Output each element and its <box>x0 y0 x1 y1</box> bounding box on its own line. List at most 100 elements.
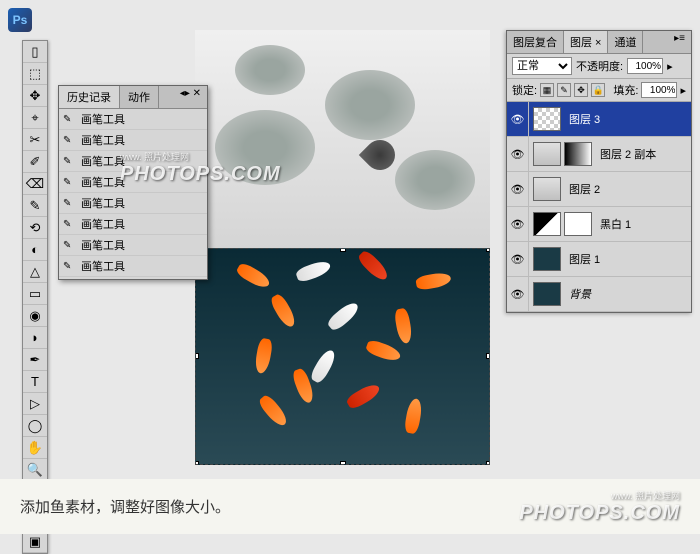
tool-shape[interactable]: ◯ <box>23 415 47 437</box>
history-tabs: 历史记录 动作 ◂▸ ✕ <box>59 86 207 109</box>
layer-row[interactable]: 👁 图层 3 <box>507 102 691 137</box>
transform-handle[interactable] <box>486 248 490 252</box>
brush-icon <box>63 134 77 146</box>
tool-marquee[interactable]: ⬚ <box>23 63 47 85</box>
panel-menu-icon[interactable]: ▸≡ <box>668 31 691 53</box>
layer-row[interactable]: 👁 图层 2 <box>507 172 691 207</box>
lock-all-icon[interactable]: 🔒 <box>591 83 605 97</box>
dropdown-icon[interactable]: ▸ <box>667 60 673 73</box>
tool-screenmode[interactable]: ▣ <box>23 531 47 553</box>
lock-label: 锁定: <box>512 82 537 98</box>
visibility-toggle[interactable]: 👁 <box>507 137 529 171</box>
canvas[interactable] <box>195 30 490 465</box>
layer-name[interactable]: 黑白 1 <box>596 216 631 232</box>
history-item[interactable]: 画笔工具 <box>59 172 207 193</box>
layers-tabs: 图层复合 图层 × 通道 ▸≡ <box>507 31 691 54</box>
layer-thumbnail[interactable] <box>533 107 561 131</box>
layer-row[interactable]: 👁 图层 1 <box>507 242 691 277</box>
eye-icon: 👁 <box>511 113 525 126</box>
blend-mode-select[interactable]: 正常 <box>512 57 572 75</box>
dropdown-icon[interactable]: ▸ <box>680 84 686 97</box>
history-item[interactable]: 画笔工具 <box>59 256 207 277</box>
fill-input[interactable] <box>641 82 677 98</box>
layer-thumbnail[interactable] <box>533 177 561 201</box>
tool-move[interactable]: ▯ <box>23 41 47 63</box>
history-item[interactable]: 画笔工具 <box>59 151 207 172</box>
tool-crop[interactable]: ✂ <box>23 129 47 151</box>
tool-wand[interactable]: ⌖ <box>23 107 47 129</box>
visibility-toggle[interactable]: 👁 <box>507 242 529 276</box>
tool-history-brush[interactable]: ◐ <box>23 239 47 261</box>
history-label: 画笔工具 <box>81 258 125 274</box>
layer-name[interactable]: 图层 2 <box>565 181 600 197</box>
layer-thumbnail[interactable] <box>533 282 561 306</box>
layer-name[interactable]: 图层 3 <box>565 111 600 127</box>
tool-stamp[interactable]: ⟲ <box>23 217 47 239</box>
layer-name[interactable]: 图层 2 副本 <box>596 146 656 162</box>
opacity-input[interactable] <box>627 58 663 74</box>
transform-handle[interactable] <box>340 248 346 252</box>
close-icon[interactable]: ◂▸ ✕ <box>174 86 207 108</box>
watermark: www. 照片处理网 PHOTOPS.COM <box>519 489 680 525</box>
layer-thumbnail[interactable] <box>533 247 561 271</box>
tool-type[interactable]: T <box>23 371 47 393</box>
tool-heal[interactable]: ⌫ <box>23 173 47 195</box>
tool-path[interactable]: ▷ <box>23 393 47 415</box>
history-item[interactable]: 画笔工具 <box>59 193 207 214</box>
caption-text: 添加鱼素材，调整好图像大小。 <box>20 496 230 517</box>
transform-handle[interactable] <box>486 353 490 359</box>
layer-row[interactable]: 👁 黑白 1 <box>507 207 691 242</box>
layer-row[interactable]: 👁 背景 <box>507 277 691 312</box>
visibility-toggle[interactable]: 👁 <box>507 102 529 136</box>
tool-brush[interactable]: ✎ <box>23 195 47 217</box>
tool-gradient[interactable]: ▭ <box>23 283 47 305</box>
history-label: 画笔工具 <box>81 216 125 232</box>
tool-dodge[interactable]: ◗ <box>23 327 47 349</box>
transform-handle[interactable] <box>486 461 490 465</box>
tool-eyedropper[interactable]: ✐ <box>23 151 47 173</box>
layer-row[interactable]: 👁 图层 2 副本 <box>507 137 691 172</box>
mask-thumbnail[interactable] <box>564 142 592 166</box>
tab-layers[interactable]: 图层 × <box>564 31 608 53</box>
transform-handle[interactable] <box>195 353 199 359</box>
lock-position-icon[interactable]: ✥ <box>574 83 588 97</box>
tab-layer-comps[interactable]: 图层复合 <box>507 31 564 53</box>
tool-lasso[interactable]: ✥ <box>23 85 47 107</box>
history-label: 画笔工具 <box>81 195 125 211</box>
visibility-toggle[interactable]: 👁 <box>507 207 529 241</box>
layer-thumbnail[interactable] <box>533 142 561 166</box>
canvas-koi-layer-transform[interactable] <box>195 248 490 466</box>
brush-icon <box>63 239 77 251</box>
history-list: 画笔工具 画笔工具 画笔工具 画笔工具 画笔工具 画笔工具 画笔工具 画笔工具 … <box>59 109 207 279</box>
caption-bar: 添加鱼素材，调整好图像大小。 www. 照片处理网 PHOTOPS.COM <box>0 479 700 534</box>
history-item[interactable]: 画笔工具 <box>59 214 207 235</box>
history-item[interactable]: 画笔工具 <box>59 130 207 151</box>
history-label: 画笔工具 <box>81 153 125 169</box>
tool-pen[interactable]: ✒ <box>23 349 47 371</box>
visibility-toggle[interactable]: 👁 <box>507 172 529 206</box>
ps-logo: Ps <box>8 8 32 32</box>
tab-actions[interactable]: 动作 <box>120 86 159 108</box>
brush-icon <box>63 260 77 272</box>
tool-hand[interactable]: ✋ <box>23 437 47 459</box>
brush-icon <box>63 176 77 188</box>
lock-pixels-icon[interactable]: ✎ <box>557 83 571 97</box>
brush-icon <box>63 197 77 209</box>
mask-thumbnail[interactable] <box>564 212 592 236</box>
lock-transparency-icon[interactable]: ▦ <box>540 83 554 97</box>
tab-channels[interactable]: 通道 <box>608 31 643 53</box>
tab-history[interactable]: 历史记录 <box>59 86 120 108</box>
tools-panel: ▯ ⬚ ✥ ⌖ ✂ ✐ ⌫ ✎ ⟲ ◐ △ ▭ ◉ ◗ ✒ T ▷ ◯ ✋ 🔍 … <box>22 40 48 554</box>
tool-zoom[interactable]: 🔍 <box>23 459 47 481</box>
tool-blur[interactable]: ◉ <box>23 305 47 327</box>
layer-name[interactable]: 图层 1 <box>565 251 600 267</box>
visibility-toggle[interactable]: 👁 <box>507 277 529 311</box>
history-item[interactable]: 拖移图层 <box>59 277 207 279</box>
transform-handle[interactable] <box>340 461 346 465</box>
tool-eraser[interactable]: △ <box>23 261 47 283</box>
adjustment-thumbnail[interactable] <box>533 212 561 236</box>
layer-name[interactable]: 背景 <box>565 286 591 302</box>
transform-handle[interactable] <box>195 461 199 465</box>
history-item[interactable]: 画笔工具 <box>59 235 207 256</box>
history-item[interactable]: 画笔工具 <box>59 109 207 130</box>
